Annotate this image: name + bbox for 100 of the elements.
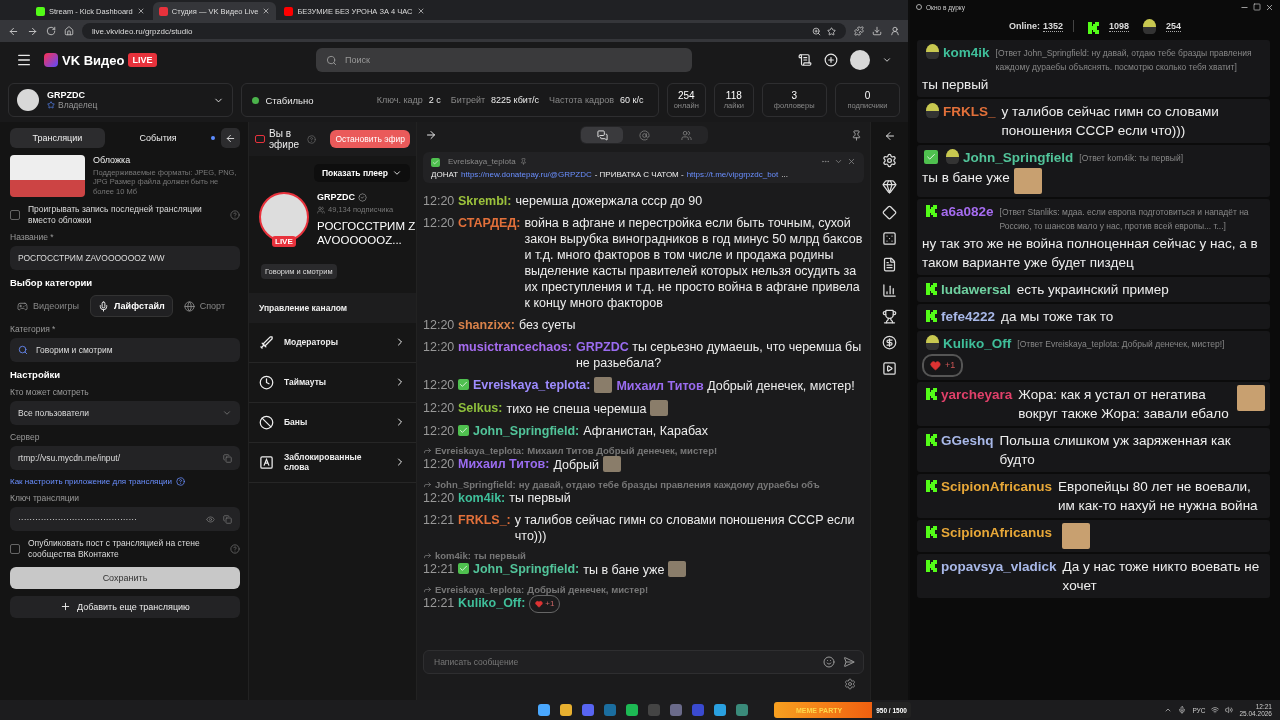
zoom-icon[interactable] (812, 26, 821, 36)
close-icon[interactable] (847, 157, 856, 166)
live-status: Вы в эфире (269, 128, 301, 150)
star-icon[interactable] (827, 26, 836, 36)
help-link[interactable]: Как настроить приложение для трансляции (10, 477, 172, 487)
chat-bubbles-icon (596, 129, 608, 141)
download-icon[interactable] (872, 26, 882, 36)
play-icon[interactable] (882, 361, 897, 376)
username[interactable]: shanzixx: (458, 317, 515, 333)
arrow-left-icon (225, 132, 237, 144)
username[interactable]: John_Springfield: (473, 423, 580, 439)
address-field[interactable]: live.vkvideo.ru/grpzdc/studio (82, 23, 846, 39)
checkbox[interactable] (10, 209, 20, 220)
app-icon[interactable] (714, 704, 726, 716)
app-icon[interactable] (736, 704, 748, 716)
diamond-icon[interactable] (882, 205, 897, 220)
back-button[interactable] (221, 128, 240, 148)
network-icon[interactable] (1211, 706, 1220, 714)
link[interactable]: https://new.donatepay.ru/@GRPZDC (461, 170, 592, 179)
extensions-icon[interactable] (854, 26, 864, 36)
chevron-icon[interactable] (882, 55, 892, 65)
help-icon[interactable] (175, 477, 185, 487)
logo-text[interactable]: VK Видео (62, 52, 125, 68)
link[interactable]: https://t.me/vipgrpzdc_bot (686, 170, 779, 179)
input-field[interactable]: rtmp://vsu.mycdn.me/input/ (10, 446, 240, 471)
save-button[interactable]: Сохранить (10, 566, 240, 589)
viewer-count: 254 (1166, 20, 1182, 32)
add-stream-button[interactable]: Добавить еще трансляцию (10, 595, 240, 618)
search-field[interactable]: Поиск (316, 48, 692, 72)
username[interactable]: Михаил Титов: (458, 456, 550, 472)
document-icon[interactable] (882, 257, 897, 272)
category-tab[interactable]: Видеоигры (10, 295, 87, 318)
message-field[interactable]: Написать сообщение (423, 650, 864, 674)
input-field[interactable]: ·········································· (10, 507, 240, 532)
avatar[interactable] (850, 50, 870, 70)
app-icon[interactable] (670, 704, 682, 716)
emoji-icon[interactable] (823, 656, 835, 668)
trophy-icon[interactable] (882, 309, 897, 324)
stat-label: Частота кадров (549, 95, 615, 105)
input-field[interactable]: РОСГОССТРИМ ZAVOOOOOOZ WW (10, 246, 240, 271)
more-icon[interactable] (821, 157, 830, 166)
maximize-icon[interactable] (1253, 3, 1261, 11)
microphone-icon[interactable] (1178, 706, 1187, 714)
home-icon[interactable] (64, 26, 74, 36)
username[interactable]: FRKLS_: (458, 512, 511, 528)
app-icon[interactable] (626, 704, 638, 716)
checkbox[interactable] (10, 543, 20, 554)
app-icon[interactable] (582, 704, 594, 716)
add-icon[interactable] (824, 53, 838, 67)
close-icon[interactable] (416, 7, 425, 15)
reaction-chip[interactable]: +1 (922, 354, 964, 377)
username[interactable]: musictrancechaos: (458, 339, 572, 355)
forward-icon[interactable] (27, 25, 38, 37)
username[interactable]: John_Springfield: (473, 561, 580, 577)
chat-tab[interactable] (581, 127, 623, 143)
close-icon[interactable] (1265, 2, 1274, 12)
back-icon[interactable] (8, 25, 19, 37)
stat-value: 8225 кбит/с (491, 95, 539, 105)
show-player-button[interactable]: Показать плеер (313, 164, 410, 182)
close-icon[interactable] (136, 7, 145, 15)
username[interactable]: kom4ik: (458, 490, 506, 506)
gem-icon[interactable] (882, 179, 897, 194)
coin-icon[interactable] (882, 335, 897, 350)
message-input[interactable]: Написать сообщение (432, 656, 815, 668)
reply-text: ну давай, отдаю тебе бразды правления каждому дураебы объ (518, 479, 820, 490)
close-icon[interactable] (262, 7, 271, 15)
channel-selector[interactable]: GRPZDC Владелец (8, 83, 234, 117)
bar-chart-icon[interactable] (882, 283, 897, 298)
input-field[interactable]: Говорим и смотрим (10, 338, 240, 363)
avatar (17, 89, 39, 111)
chevron-icon[interactable] (834, 157, 843, 166)
username[interactable]: Selkus: (458, 400, 503, 416)
start-icon[interactable] (538, 704, 550, 716)
category-tab[interactable]: Лайфстайл (90, 295, 173, 318)
dice-icon[interactable] (882, 231, 897, 246)
send-icon[interactable] (843, 656, 855, 668)
panel-tab[interactable]: Трансляции (10, 128, 105, 148)
notes-icon[interactable] (798, 53, 812, 67)
eye-icon[interactable] (206, 514, 215, 524)
panel-tab[interactable]: События (110, 128, 206, 148)
app-icon[interactable] (560, 704, 572, 716)
stat-value: 2 с (428, 95, 441, 105)
username[interactable]: СТАРДЕД: (458, 215, 521, 231)
back-icon[interactable] (883, 130, 896, 142)
field-label: Сервер (10, 432, 41, 443)
username[interactable]: Evreiskaya_teplota: (473, 377, 591, 393)
category-tab[interactable]: Спорт (176, 295, 232, 318)
username[interactable]: Skrembl: (458, 193, 512, 209)
pin-icon[interactable] (851, 129, 862, 141)
field-label: Ключ трансляции (10, 493, 81, 504)
profile-icon[interactable] (890, 26, 900, 36)
chevron-icon[interactable] (1164, 706, 1173, 714)
input-field[interactable]: Все пользователи (10, 401, 240, 426)
username[interactable]: Kuliko_Off: (458, 595, 526, 611)
menu-icon[interactable] (16, 52, 32, 68)
collapse-icon[interactable] (425, 129, 437, 141)
volume-icon[interactable] (1225, 706, 1234, 714)
reload-icon[interactable] (46, 26, 56, 36)
checkbox-label: Проигрывать запись последней трансляции вместо обложки (28, 204, 203, 226)
message-time: 12:20 (423, 215, 456, 232)
